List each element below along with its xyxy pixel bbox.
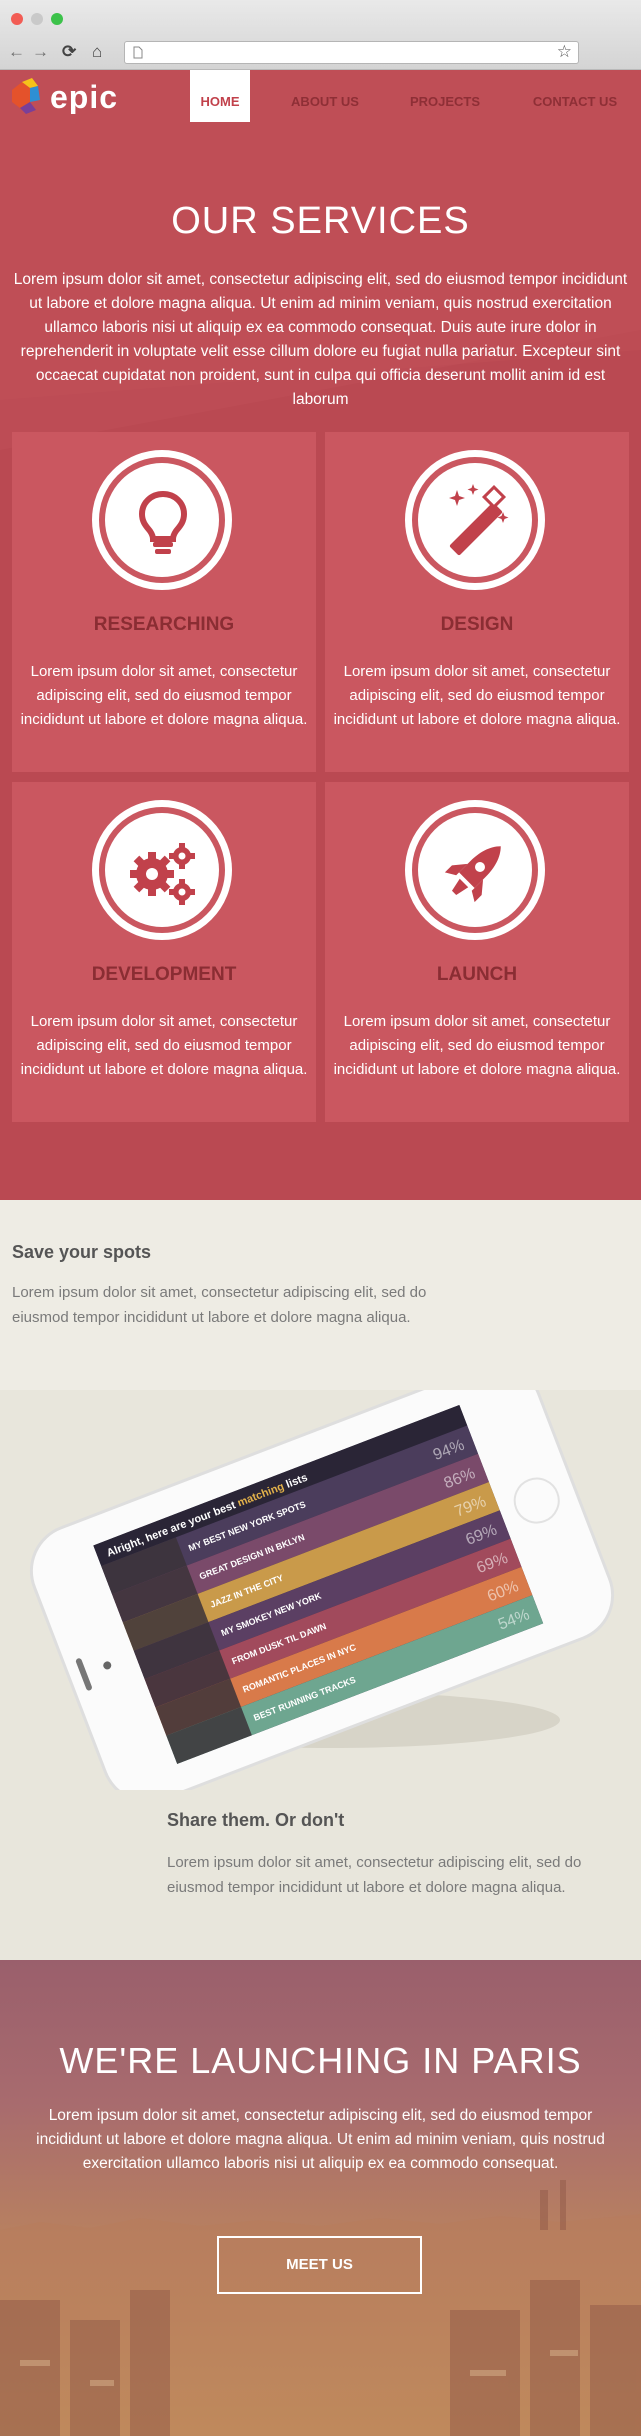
- reload-icon[interactable]: ⟳: [62, 42, 76, 62]
- service-text-development: Lorem ipsum dolor sit amet, consectetur …: [20, 1013, 308, 1078]
- service-title-researching: RESEARCHING: [93, 614, 235, 635]
- launch-text: Lorem ipsum dolor sit amet, consectetur …: [36, 2107, 605, 2172]
- launch-title: WE'RE LAUNCHING IN PARIS: [59, 2040, 582, 2081]
- nav-projects[interactable]: PROJECTS: [398, 70, 492, 122]
- service-icon-circle: [92, 450, 232, 590]
- services-section: epic HOME ABOUT US PROJECTS CONTACT US O…: [0, 70, 641, 1200]
- service-text-design: Lorem ipsum dolor sit amet, consectetur …: [333, 663, 621, 728]
- service-title-development: DEVELOPMENT: [91, 964, 237, 985]
- save-spots-section: Save your spots Lorem ipsum dolor sit am…: [0, 1200, 641, 1390]
- save-spots-text: Lorem ipsum dolor sit amet, consectetur …: [12, 1284, 427, 1326]
- forward-arrow-icon[interactable]: →: [32, 42, 49, 62]
- launch-section: WE'RE LAUNCHING IN PARIS Lorem ipsum dol…: [0, 1960, 641, 2436]
- phone-mockup-image: Alright, here are your best matching lis…: [29, 1390, 615, 1790]
- paris-skyline-background: [0, 2180, 641, 2436]
- share-section: Alright, here are your best matching lis…: [0, 1390, 641, 1960]
- main-nav: epic HOME ABOUT US PROJECTS CONTACT US: [0, 70, 641, 122]
- magic-wand-icon: [449, 484, 509, 556]
- service-card-development: DEVELOPMENT Lorem ipsum dolor sit amet, …: [12, 782, 316, 1122]
- logo-text: epic: [50, 79, 118, 114]
- save-spots-title: Save your spots: [12, 1242, 152, 1262]
- browser-chrome: ← → ⟳ ⌂ ☆: [0, 0, 641, 70]
- share-title: Share them. Or don't: [167, 1810, 345, 1830]
- service-text-launch: Lorem ipsum dolor sit amet, consectetur …: [333, 1013, 621, 1078]
- nav-contact-us[interactable]: CONTACT US: [520, 70, 630, 122]
- service-card-researching: RESEARCHING Lorem ipsum dolor sit amet, …: [12, 432, 316, 772]
- service-card-launch: LAUNCH Lorem ipsum dolor sit amet, conse…: [325, 782, 629, 1122]
- page-icon: [133, 46, 143, 59]
- meet-us-button[interactable]: MEET US: [217, 2236, 422, 2294]
- service-icon-circle: [405, 450, 545, 590]
- service-title-design: DESIGN: [440, 614, 514, 635]
- services-title: OUR SERVICES: [171, 200, 470, 242]
- service-icon-circle: [405, 800, 545, 940]
- service-card-design: DESIGN Lorem ipsum dolor sit amet, conse…: [325, 432, 629, 772]
- back-arrow-icon[interactable]: ←: [8, 42, 25, 62]
- minimize-window-button[interactable]: [31, 13, 43, 25]
- share-text: Lorem ipsum dolor sit amet, consectetur …: [167, 1854, 582, 1896]
- lightbulb-icon: [138, 490, 188, 554]
- service-title-launch: LAUNCH: [436, 964, 518, 985]
- gears-icon: [130, 843, 195, 905]
- nav-about-us[interactable]: ABOUT US: [278, 70, 372, 122]
- epic-logo[interactable]: epic: [12, 78, 152, 114]
- url-bar[interactable]: ☆: [124, 41, 579, 64]
- website: epic HOME ABOUT US PROJECTS CONTACT US O…: [0, 70, 641, 2436]
- bookmark-star-icon[interactable]: ☆: [557, 42, 572, 62]
- rocket-icon: [444, 846, 501, 903]
- service-icon-circle: [92, 800, 232, 940]
- service-text-researching: Lorem ipsum dolor sit amet, consectetur …: [20, 663, 308, 728]
- close-window-button[interactable]: [11, 13, 23, 25]
- home-icon[interactable]: ⌂: [92, 42, 102, 62]
- maximize-window-button[interactable]: [51, 13, 63, 25]
- nav-home[interactable]: HOME: [190, 70, 250, 122]
- services-text: Lorem ipsum dolor sit amet, consectetur …: [13, 271, 628, 408]
